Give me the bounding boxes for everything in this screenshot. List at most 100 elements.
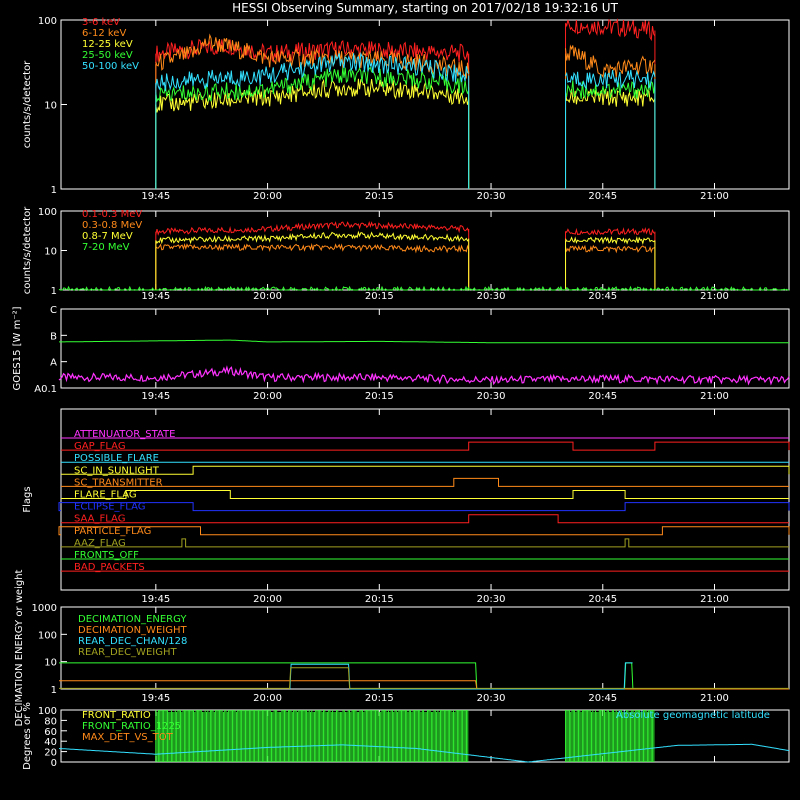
x-tick-label: 20:30 (477, 191, 506, 202)
legend-entry: DECIMATION_ENERGY (78, 614, 187, 625)
series-line (58, 365, 790, 386)
flag-label: POSSIBLE_FLARE (74, 453, 159, 464)
x-tick-label: 20:15 (365, 594, 394, 605)
x-tick-label: 20:00 (253, 693, 282, 704)
x-tick-label: 20:30 (477, 594, 506, 605)
flag-label: BAD_PACKETS (74, 562, 145, 573)
y-axis-label: GOES15 [W m⁻²] (12, 306, 23, 390)
x-tick-label: 21:00 (700, 693, 729, 704)
y-axis-label: Flags (22, 486, 33, 512)
x-tick-label: 20:45 (588, 391, 617, 402)
panel-lightcurve: 19:45 20:00 20:15 20:30 20:45 21:00 1 10 100 coun… (22, 16, 790, 202)
y-tick-label: 1000 (32, 603, 57, 614)
x-tick-label: 20:45 (588, 594, 617, 605)
x-tick-label: 19:45 (141, 191, 170, 202)
flag-line (61, 465, 790, 475)
panel-goes: 19:45 20:00 20:15 20:30 20:45 21:00 A0.1 A B C GOE… (12, 305, 790, 402)
panels-layer: 19:45 20:00 20:15 20:30 20:45 21:00110100coun… (12, 16, 790, 770)
x-tick-label: 20:30 (477, 693, 506, 704)
flag-label: SC_TRANSMITTER (74, 477, 163, 488)
legend-entry: 6-12 keV (82, 28, 126, 39)
legend-entry: FRONT_RATIO (82, 710, 151, 721)
y-tick-label: 10 (44, 247, 57, 258)
series-line (59, 662, 789, 690)
x-tick-label: 20:30 (477, 391, 506, 402)
flag-label: GAP_FLAG (74, 441, 126, 452)
x-tick-label: 20:15 (365, 391, 394, 402)
y-tick-label: 1 (51, 286, 57, 297)
legend-entry: MAX_DET_VS_TOT (82, 732, 174, 743)
y-tick-label: 10 (44, 101, 57, 112)
legend-entry: 12-25 keV (82, 39, 133, 50)
legend-entry: 7-20 MeV (82, 242, 130, 253)
legend-entry: DECIMATION_WEIGHT (78, 625, 187, 636)
flag-line (61, 490, 789, 499)
legend-entry: FRONT_RATIO_1225 (82, 721, 181, 732)
x-tick-label: 19:45 (141, 594, 170, 605)
y-tick-label: A0.1 (34, 384, 57, 395)
series-line (565, 227, 656, 236)
x-tick-label: 19:45 (141, 693, 170, 704)
x-tick-label: 20:00 (253, 391, 282, 402)
flag-line (61, 477, 789, 487)
y-tick-label: 1 (51, 185, 57, 196)
panel-ratios: 020406080100 Degrees or % FRONT_RATIOFRONT… (22, 702, 790, 770)
series-line (155, 242, 470, 254)
figure-title: HESSI Observing Summary, starting on 201… (232, 1, 618, 15)
series-line (59, 667, 789, 689)
y-tick-label: 20 (44, 748, 57, 759)
x-tick-label: 20:15 (365, 291, 394, 302)
flag-label: SC_IN_SUNLIGHT (74, 465, 160, 476)
flag-label: FRONTS_OFF (74, 550, 139, 561)
legend-entry: 50-100 keV (82, 61, 139, 72)
legend-entry: 3-6 keV (82, 17, 120, 28)
x-tick-label: 20:15 (365, 693, 394, 704)
y-tick-label: 100 (38, 630, 57, 641)
y-tick-label: 0 (51, 758, 57, 769)
flag-label: FLARE_FLAG (74, 490, 137, 501)
series-line (59, 339, 789, 344)
x-tick-label: 20:30 (477, 291, 506, 302)
legend-entry: 0.3-0.8 MeV (82, 220, 142, 231)
legend-entry: 0.1-0.3 MeV (82, 209, 142, 220)
legend-entry: 25-50 keV (82, 50, 133, 61)
panel-frame (60, 210, 790, 291)
x-tick-label: 21:00 (700, 391, 729, 402)
hessi-summary-figure: HESSI Observing Summary, starting on 201… (12, 1, 790, 770)
flag-label: AAZ_FLAG (74, 538, 126, 549)
panel-frame (60, 308, 790, 389)
panel-decimation: 19:45 20:00 20:15 20:30 20:45 21:00 1 10 100 1000… (14, 569, 790, 726)
x-tick-label: 20:00 (253, 291, 282, 302)
x-tick-label: 21:00 (700, 191, 729, 202)
y-tick-label: 100 (38, 706, 57, 717)
y-tick-label: B (50, 331, 57, 342)
series-line (155, 221, 470, 236)
y-tick-label: 100 (38, 207, 57, 218)
panel-flags: 19:45 20:00 20:15 20:30 20:45 21:00 Flags ATTEN… (22, 408, 790, 605)
legend-entry: REAR_DEC_WEIGHT (78, 647, 177, 658)
y-axis-label: Degrees or % (22, 702, 33, 770)
legend-entry: REAR_DEC_CHAN/128 (78, 636, 187, 647)
x-tick-label: 19:45 (141, 391, 170, 402)
panel-lightcurve-high: 19:45 20:00 20:15 20:30 20:45 21:00 1 10 100 coun… (22, 206, 790, 302)
flag-label: ECLIPSE_FLAG (74, 502, 145, 513)
y-tick-label: 1 (51, 685, 57, 696)
flag-label: PARTICLE_FLAG (74, 526, 151, 537)
legend-entry: 0.8-7 MeV (82, 231, 133, 242)
flag-label: ATTENUATOR_STATE (74, 429, 175, 440)
x-tick-label: 19:45 (141, 291, 170, 302)
x-tick-label: 20:45 (588, 191, 617, 202)
flag-line (61, 441, 790, 451)
y-tick-label: 10 (44, 658, 57, 669)
y-tick-label: 40 (44, 737, 57, 748)
y-tick-label: 100 (38, 16, 57, 27)
y-tick-label: C (50, 305, 57, 316)
x-tick-label: 20:00 (253, 191, 282, 202)
series-line (565, 235, 656, 245)
y-axis-label: counts/s/detector (22, 206, 33, 294)
x-tick-label: 20:45 (588, 291, 617, 302)
flag-line (61, 538, 789, 548)
x-tick-label: 20:00 (253, 594, 282, 605)
series-line (565, 244, 656, 254)
series-line (155, 230, 470, 245)
